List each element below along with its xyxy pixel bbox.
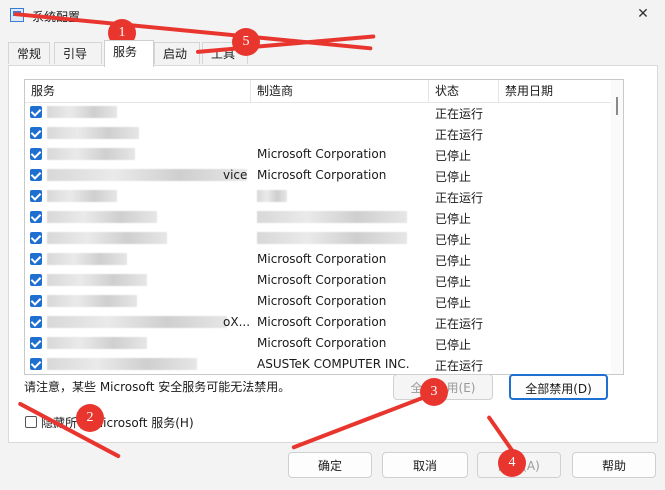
service-checkbox[interactable] — [30, 295, 42, 307]
annotation-badge-2: 2 — [76, 404, 104, 432]
close-button[interactable]: ✕ — [633, 4, 653, 24]
table-row[interactable]: Microsoft Corporation 已停止 — [25, 270, 623, 291]
service-checkbox[interactable] — [30, 253, 42, 265]
manufacturer-cell: Microsoft Corporation — [257, 336, 387, 350]
header-status[interactable]: 状态 — [429, 80, 499, 102]
service-name-redacted — [47, 211, 157, 223]
service-name-redacted — [47, 169, 247, 181]
status-cell: 已停止 — [435, 296, 472, 310]
service-checkbox[interactable] — [30, 127, 42, 139]
status-cell: 已停止 — [435, 212, 472, 226]
table-row[interactable]: 已停止 — [25, 228, 623, 249]
service-checkbox[interactable] — [30, 274, 42, 286]
help-button[interactable]: 帮助 — [572, 452, 656, 478]
status-cell: 已停止 — [435, 149, 472, 163]
table-row[interactable]: oX... Microsoft Corporation 正在运行 — [25, 312, 623, 333]
service-checkbox[interactable] — [30, 211, 42, 223]
service-name: oX... — [223, 315, 251, 329]
service-name: vice — [223, 168, 248, 182]
title-bar: 系统配置 ✕ — [0, 0, 665, 34]
manufacturer-redacted — [257, 211, 407, 223]
service-checkbox[interactable] — [30, 190, 42, 202]
service-checkbox[interactable] — [30, 106, 42, 118]
manufacturer-cell: Microsoft Corporation — [257, 273, 387, 287]
scrollbar-thumb[interactable] — [616, 97, 618, 115]
service-name-redacted — [47, 316, 227, 328]
manufacturer-cell: Microsoft Corporation — [257, 168, 387, 182]
table-row[interactable]: 正在运行 — [25, 186, 623, 207]
annotation-badge-5: 5 — [232, 28, 260, 56]
annotation-badge-3: 3 — [420, 378, 448, 406]
service-rows: 正在运行 正在运行 Microsoft Corporation 已停止 vice Micr… — [25, 102, 623, 374]
service-checkbox[interactable] — [30, 232, 42, 244]
table-row[interactable]: Microsoft Corporation 已停止 — [25, 291, 623, 312]
table-row[interactable]: vice Microsoft Corporation 已停止 — [25, 165, 623, 186]
status-cell: 已停止 — [435, 338, 472, 352]
service-name-redacted — [47, 295, 137, 307]
manufacturer-cell: Microsoft Corporation — [257, 252, 387, 266]
notice-text: 请注意，某些 Microsoft 安全服务可能无法禁用。 — [24, 380, 291, 394]
manufacturer-cell: Microsoft Corporation — [257, 315, 387, 329]
ok-button[interactable]: 确定 — [288, 452, 372, 478]
service-name-redacted — [47, 190, 117, 202]
service-checkbox[interactable] — [30, 316, 42, 328]
status-cell: 正在运行 — [435, 128, 484, 142]
header-manufacturer[interactable]: 制造商 — [251, 80, 429, 102]
tab-startup[interactable]: 启动 — [154, 42, 200, 64]
tab-boot[interactable]: 引导 — [54, 42, 102, 64]
service-name-redacted — [47, 253, 127, 265]
service-name-redacted — [47, 232, 167, 244]
service-checkbox[interactable] — [30, 337, 42, 349]
status-cell: 正在运行 — [435, 107, 484, 121]
manufacturer-redacted — [257, 232, 407, 244]
table-row[interactable]: Microsoft Corporation 已停止 — [25, 249, 623, 270]
service-checkbox[interactable] — [30, 169, 42, 181]
manufacturer-redacted — [257, 190, 287, 202]
status-cell: 已停止 — [435, 254, 472, 268]
status-cell: 已停止 — [435, 233, 472, 247]
manufacturer-cell: ASUSTeK COMPUTER INC. — [257, 357, 410, 371]
scrollbar[interactable] — [611, 80, 623, 374]
service-name-redacted — [47, 127, 139, 139]
manufacturer-cell: Microsoft Corporation — [257, 294, 387, 308]
service-checkbox[interactable] — [30, 148, 42, 160]
table-row[interactable]: ASUSTeK COMPUTER INC. 正在运行 — [25, 354, 623, 374]
service-checkbox[interactable] — [30, 358, 42, 370]
service-name-redacted — [47, 106, 117, 118]
table-row[interactable]: Microsoft Corporation 已停止 — [25, 144, 623, 165]
annotation-badge-4: 4 — [498, 449, 526, 477]
hide-ms-services-checkbox[interactable] — [25, 416, 37, 428]
status-cell: 正在运行 — [435, 317, 484, 331]
service-name-redacted — [47, 148, 135, 160]
list-header: 服务 制造商 状态 禁用日期 — [25, 80, 623, 103]
header-service[interactable]: 服务 — [25, 80, 251, 102]
services-list[interactable]: 服务 制造商 状态 禁用日期 正在运行 正在运行 Microsoft Corpora… — [24, 79, 624, 375]
status-cell: 正在运行 — [435, 191, 484, 205]
disable-all-button[interactable]: 全部禁用(D) — [509, 374, 608, 400]
status-cell: 已停止 — [435, 275, 472, 289]
manufacturer-cell: Microsoft Corporation — [257, 147, 387, 161]
table-row[interactable]: 正在运行 — [25, 102, 623, 123]
tab-services[interactable]: 服务 — [104, 40, 154, 67]
service-name-redacted — [47, 337, 147, 349]
service-name-redacted — [47, 274, 147, 286]
status-cell: 正在运行 — [435, 359, 484, 373]
header-disabled-date[interactable]: 禁用日期 — [499, 80, 613, 102]
tab-general[interactable]: 常规 — [8, 42, 50, 64]
service-name-redacted — [47, 358, 197, 370]
status-cell: 已停止 — [435, 170, 472, 184]
table-row[interactable]: 已停止 — [25, 207, 623, 228]
cancel-button[interactable]: 取消 — [382, 452, 468, 478]
table-row[interactable]: Microsoft Corporation 已停止 — [25, 333, 623, 354]
table-row[interactable]: 正在运行 — [25, 123, 623, 144]
